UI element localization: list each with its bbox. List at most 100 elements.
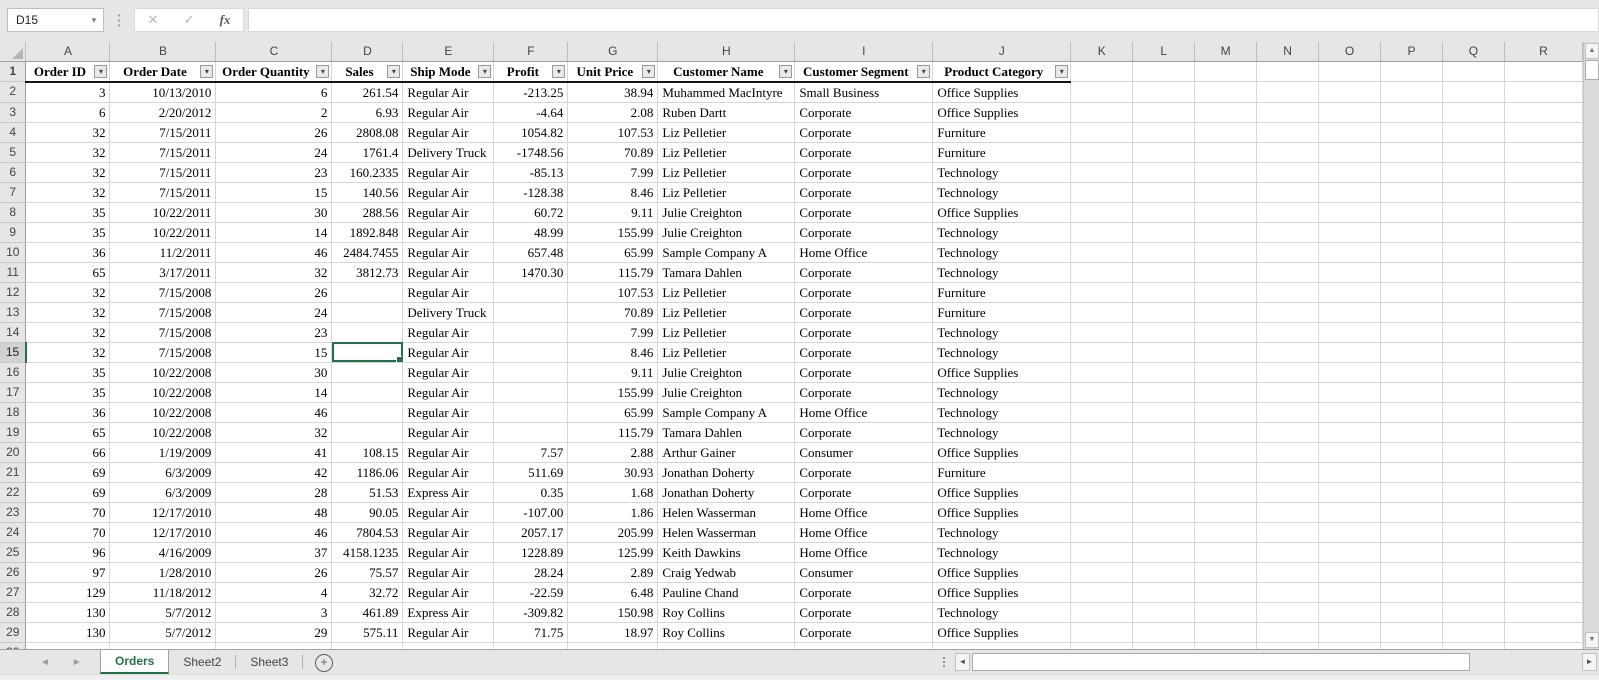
header-cell[interactable]: Product Category ▾ — [932, 61, 1072, 83]
sheet-tab-orders[interactable]: Orders — [100, 650, 170, 674]
cell-N4[interactable] — [1256, 122, 1320, 143]
cell-C10[interactable]: 46 — [215, 242, 333, 263]
header-cell[interactable]: Order Date ▾ — [109, 61, 217, 83]
cell-M17[interactable] — [1194, 382, 1258, 403]
cell-Q11[interactable] — [1442, 262, 1505, 283]
cell-N3[interactable] — [1256, 102, 1320, 123]
cell-F14[interactable] — [493, 322, 569, 343]
cell-B15[interactable]: 7/15/2008 — [109, 342, 217, 363]
cell-G15[interactable]: 8.46 — [567, 342, 659, 363]
cell-I22[interactable]: Corporate — [794, 482, 934, 503]
cell-D2[interactable]: 261.54 — [331, 81, 404, 103]
cell-Q28[interactable] — [1442, 602, 1505, 623]
cell-A25[interactable]: 96 — [25, 542, 111, 563]
cell-D7[interactable]: 140.56 — [331, 182, 404, 203]
header-cell[interactable]: Customer Name ▾ — [657, 61, 796, 83]
cell-O26[interactable] — [1318, 562, 1382, 583]
cell-J11[interactable]: Technology — [932, 262, 1072, 283]
cell-N23[interactable] — [1256, 502, 1320, 523]
cell-J12[interactable]: Furniture — [932, 282, 1072, 303]
cell-E19[interactable]: Regular Air — [402, 422, 495, 443]
cell-R10[interactable] — [1504, 242, 1583, 263]
cell-M14[interactable] — [1194, 322, 1258, 343]
cell-N11[interactable] — [1256, 262, 1320, 283]
cell-G29[interactable]: 18.97 — [567, 622, 659, 643]
cell-I27[interactable]: Corporate — [794, 582, 934, 603]
cell-M29[interactable] — [1194, 622, 1258, 643]
cell-H10[interactable]: Sample Company A — [657, 242, 796, 263]
cell-L5[interactable] — [1132, 142, 1196, 163]
cell-E18[interactable]: Regular Air — [402, 402, 495, 423]
cell-D13[interactable] — [331, 302, 404, 323]
cell-J30[interactable] — [932, 642, 1072, 649]
cell-J7[interactable]: Technology — [932, 182, 1072, 203]
cell-R20[interactable] — [1504, 442, 1583, 463]
cell-Q25[interactable] — [1442, 542, 1505, 563]
cell-E9[interactable]: Regular Air — [402, 222, 495, 243]
cell-D29[interactable]: 575.11 — [331, 622, 404, 643]
cell-M3[interactable] — [1194, 102, 1258, 123]
cell-G10[interactable]: 65.99 — [567, 242, 659, 263]
cell-B14[interactable]: 7/15/2008 — [109, 322, 217, 343]
row-header-3[interactable]: 3 — [0, 102, 27, 123]
cell-P24[interactable] — [1380, 522, 1443, 543]
cell-H5[interactable]: Liz Pelletier — [657, 142, 796, 163]
cell-O14[interactable] — [1318, 322, 1382, 343]
cell-B16[interactable]: 10/22/2008 — [109, 362, 217, 383]
cell-H9[interactable]: Julie Creighton — [657, 222, 796, 243]
cell-G23[interactable]: 1.86 — [567, 502, 659, 523]
row-header-2[interactable]: 2 — [0, 81, 27, 103]
cell-B2[interactable]: 10/13/2010 — [109, 81, 217, 103]
cell-R5[interactable] — [1504, 142, 1583, 163]
cell-H6[interactable]: Liz Pelletier — [657, 162, 796, 183]
cell-F9[interactable]: 48.99 — [493, 222, 569, 243]
cell-D4[interactable]: 2808.08 — [331, 122, 404, 143]
cell-E21[interactable]: Regular Air — [402, 462, 495, 483]
name-box-dropdown-icon[interactable]: ▾ — [85, 15, 103, 26]
cell-H13[interactable]: Liz Pelletier — [657, 302, 796, 323]
row-header-26[interactable]: 26 — [0, 562, 27, 583]
cell-H24[interactable]: Helen Wasserman — [657, 522, 796, 543]
cell-H14[interactable]: Liz Pelletier — [657, 322, 796, 343]
cell-G28[interactable]: 150.98 — [567, 602, 659, 623]
cell-L2[interactable] — [1132, 81, 1196, 103]
header-cell[interactable]: Customer Segment ▾ — [794, 61, 934, 83]
cell-N18[interactable] — [1256, 402, 1320, 423]
cell-L29[interactable] — [1132, 622, 1196, 643]
cell-L15[interactable] — [1132, 342, 1196, 363]
cell-R16[interactable] — [1504, 362, 1583, 383]
cell-C25[interactable]: 37 — [215, 542, 333, 563]
cell-L3[interactable] — [1132, 102, 1196, 123]
cell-E20[interactable]: Regular Air — [402, 442, 495, 463]
cell-F29[interactable]: 71.75 — [493, 622, 569, 643]
cell-Q10[interactable] — [1442, 242, 1505, 263]
cell-G21[interactable]: 30.93 — [567, 462, 659, 483]
cell-R22[interactable] — [1504, 482, 1583, 503]
cell-B28[interactable]: 5/7/2012 — [109, 602, 217, 623]
row-header-20[interactable]: 20 — [0, 442, 27, 463]
cell-A20[interactable]: 66 — [25, 442, 111, 463]
cell-O9[interactable] — [1318, 222, 1382, 243]
cell-N16[interactable] — [1256, 362, 1320, 383]
cell-I30[interactable] — [794, 642, 934, 649]
cell-Q21[interactable] — [1442, 462, 1505, 483]
cell-R6[interactable] — [1504, 162, 1583, 183]
cell-J15[interactable]: Technology — [932, 342, 1072, 363]
cell-Q4[interactable] — [1442, 122, 1505, 143]
cell-M10[interactable] — [1194, 242, 1258, 263]
cell-M8[interactable] — [1194, 202, 1258, 223]
cell-P30[interactable] — [1380, 642, 1443, 649]
cell-B11[interactable]: 3/17/2011 — [109, 262, 217, 283]
cell-J6[interactable]: Technology — [932, 162, 1072, 183]
cell-P10[interactable] — [1380, 242, 1443, 263]
cell-F17[interactable] — [493, 382, 569, 403]
cell-N22[interactable] — [1256, 482, 1320, 503]
cell-C23[interactable]: 48 — [215, 502, 333, 523]
cell[interactable] — [1442, 61, 1505, 82]
cell-P14[interactable] — [1380, 322, 1443, 343]
cell-E12[interactable]: Regular Air — [402, 282, 495, 303]
cell-I12[interactable]: Corporate — [794, 282, 934, 303]
column-header-D[interactable]: D — [331, 42, 404, 62]
cell-E16[interactable]: Regular Air — [402, 362, 495, 383]
cell-G19[interactable]: 115.79 — [567, 422, 659, 443]
